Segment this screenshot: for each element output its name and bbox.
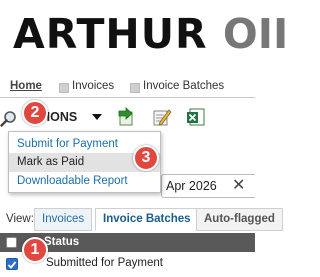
breadcrumb: Home Invoices Invoice Batches	[0, 80, 255, 95]
menu-item-downloadable-report[interactable]: Downloadable Report	[9, 172, 160, 191]
tab-invoices[interactable]: Invoices	[34, 208, 93, 231]
breadcrumb-home-link[interactable]: Home	[10, 80, 42, 92]
logo-tail: OII	[222, 10, 289, 58]
date-filter-input[interactable]: Apr 2026 ✕	[161, 174, 255, 198]
caret-down-icon	[92, 114, 102, 120]
breadcrumb-invoices[interactable]: Invoices	[72, 80, 114, 92]
row-checkbox[interactable]	[6, 258, 18, 270]
excel-icon[interactable]	[186, 107, 206, 127]
row-status: Submitted for Payment	[46, 257, 163, 269]
company-logo: ARTHUR OII	[13, 14, 288, 55]
date-filter-value: Apr 2026	[166, 179, 217, 193]
divider	[0, 97, 255, 98]
checkmark-icon	[7, 261, 17, 269]
step-badge-2: 2	[22, 100, 48, 126]
tab-auto-flagged[interactable]: Auto-flagged	[196, 208, 283, 231]
document-icon	[59, 83, 69, 93]
tab-invoice-batches[interactable]: Invoice Batches	[95, 208, 199, 231]
view-label: View:	[6, 213, 34, 225]
edit-pencil-icon[interactable]	[152, 107, 172, 127]
breadcrumb-invoice-batches: Invoice Batches	[143, 80, 225, 92]
column-header-status[interactable]: Status	[44, 236, 79, 248]
document-icon	[130, 83, 140, 93]
select-all-checkbox[interactable]	[6, 237, 17, 248]
clear-icon[interactable]: ✕	[232, 177, 245, 195]
view-tabs: View: Invoices Invoice Batches Auto-flag…	[0, 208, 283, 232]
step-badge-3: 3	[133, 145, 159, 171]
export-arrow-icon[interactable]	[117, 107, 137, 127]
step-badge-1: 1	[22, 237, 48, 263]
logo-text: ARTHUR	[13, 10, 208, 58]
search-icon[interactable]	[0, 110, 18, 128]
